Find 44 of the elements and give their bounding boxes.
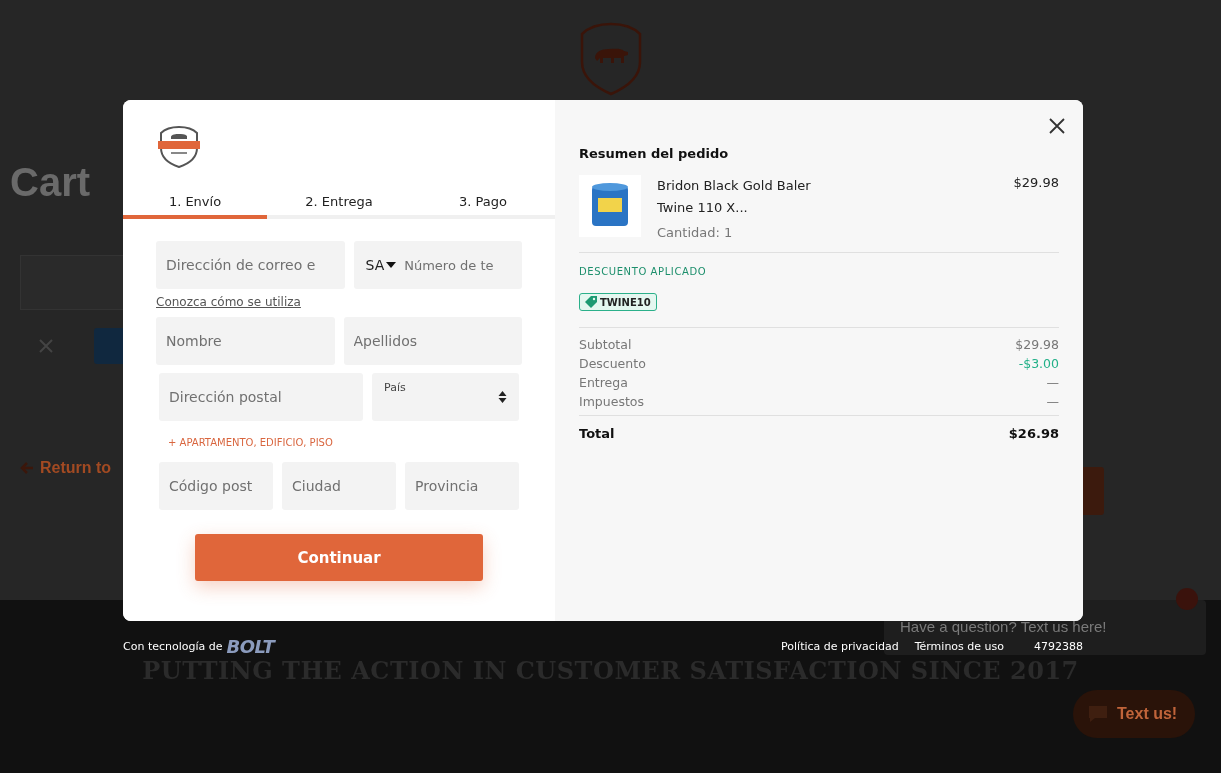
input-field[interactable]: Ciudad — [282, 462, 396, 510]
brand-wordmark: BOLT — [226, 636, 275, 657]
footer-link[interactable]: Términos de uso — [914, 640, 1004, 653]
summary-label: Impuestos — [579, 394, 644, 409]
discount-heading: DESCUENTO APLICADO — [579, 266, 708, 277]
input-field[interactable]: Apellidos — [343, 317, 522, 365]
privacy-link[interactable]: Conozca cómo se utiliza — [156, 295, 301, 309]
footer-link[interactable]: Política de privacidad — [781, 640, 899, 653]
up-down-icon — [498, 390, 507, 404]
input-field[interactable]: Dirección postal — [159, 373, 363, 421]
step-tab[interactable]: 2. Entrega — [267, 186, 411, 219]
total-value: $26.98 — [1008, 426, 1059, 441]
country-select[interactable]: País — [372, 373, 519, 421]
input-field[interactable]: Nombre — [156, 317, 335, 365]
discount-code: TWINE10 — [600, 296, 651, 308]
text-us-button[interactable]: Text us! — [1073, 690, 1195, 738]
add-address-line-link[interactable]: + APARTAMENTO, EDIFICIO, PISO — [168, 437, 333, 448]
summary-label: Descuento — [579, 356, 646, 371]
step-tab[interactable]: 3. Pago — [411, 186, 555, 219]
phone-field[interactable]: Número de te — [398, 241, 522, 289]
summary-label: Subtotal — [579, 337, 632, 352]
summary-value: $29.98 — [1015, 337, 1059, 352]
total-label: Total — [579, 426, 615, 441]
close-icon — [38, 338, 54, 354]
summary-value: — — [1046, 375, 1059, 390]
input-field[interactable]: Provincia — [405, 462, 519, 510]
product-name: Bridon Black Gold Baler Twine 110 X... — [657, 177, 812, 217]
product-quantity: Cantidad: 1 — [657, 225, 734, 240]
summary-value: -$3.00 — [1018, 356, 1059, 371]
email-field[interactable]: Dirección de correo e — [156, 241, 345, 289]
summary-title: Resumen del pedido — [579, 146, 730, 161]
tag-icon — [585, 296, 597, 308]
caret-icon — [386, 262, 397, 268]
arrow-left-icon — [20, 461, 34, 475]
brand-logo — [157, 126, 201, 168]
product-price: $29.98 — [1013, 175, 1059, 192]
page-title: Cart — [10, 160, 91, 205]
input-field[interactable]: Código post — [159, 462, 273, 510]
summary-label: Entrega — [579, 375, 628, 390]
powered-by-text: Con tecnología de — [123, 640, 223, 653]
footer-code: 4792388 — [1034, 640, 1083, 653]
step-tab[interactable]: 1. Envío — [123, 186, 267, 219]
summary-value: — — [1046, 394, 1059, 409]
country-code-select[interactable]: SA — [353, 241, 399, 289]
